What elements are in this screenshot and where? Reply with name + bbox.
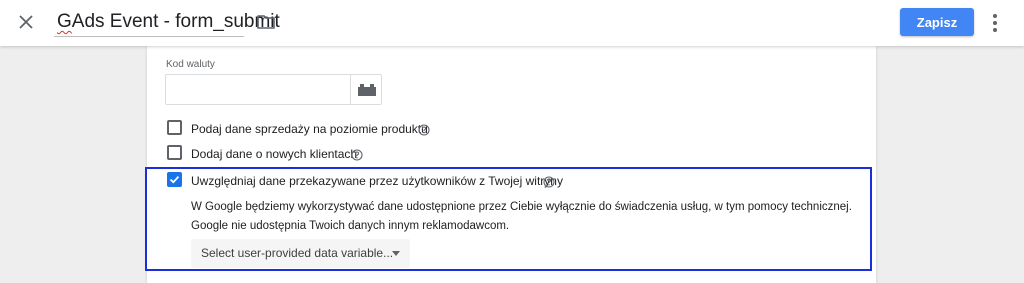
help-icon[interactable]: [351, 149, 363, 161]
option-label-new-customer-data: Dodaj dane o nowych klientach: [191, 147, 358, 161]
checkmark-icon: [169, 175, 180, 184]
checkbox-new-customer-data[interactable]: [167, 145, 182, 160]
checkbox-product-sales-data[interactable]: [167, 120, 182, 135]
user-data-description-line1: W Google będziemy wykorzystywać dane udo…: [191, 201, 852, 213]
variable-brick-icon[interactable]: [358, 84, 376, 96]
currency-code-input[interactable]: [166, 75, 350, 104]
option-label-product-sales-data: Podaj dane sprzedaży na poziomie produkt…: [191, 122, 428, 136]
tag-title-initial: G: [57, 11, 72, 32]
user-provided-data-variable-select[interactable]: Select user-provided data variable...: [191, 239, 410, 268]
help-icon[interactable]: [543, 176, 555, 188]
save-button[interactable]: Zapisz: [900, 8, 974, 36]
folder-icon[interactable]: [256, 13, 276, 31]
currency-code-field: [165, 74, 382, 105]
tag-title-rest: Ads Event - form_submit: [71, 11, 280, 32]
title-underline: [54, 36, 244, 37]
field-separator: [350, 75, 351, 104]
more-vert-icon[interactable]: [990, 12, 1000, 34]
help-icon[interactable]: [418, 124, 430, 136]
checkbox-user-provided-data[interactable]: [167, 172, 182, 187]
tag-title[interactable]: GAds Event - form_submit: [57, 10, 280, 34]
user-data-description-line2: Google nie udostępnia Twoich danych inny…: [191, 220, 510, 232]
select-placeholder: Select user-provided data variable...: [201, 246, 394, 260]
currency-code-label: Kod waluty: [166, 59, 215, 70]
editor-topbar: GAds Event - form_submit Zapisz: [0, 0, 1024, 46]
option-label-user-provided-data: Uwzględniaj dane przekazywane przez użyt…: [191, 174, 563, 188]
dropdown-arrow-icon: [392, 251, 400, 256]
close-icon[interactable]: [17, 13, 35, 31]
